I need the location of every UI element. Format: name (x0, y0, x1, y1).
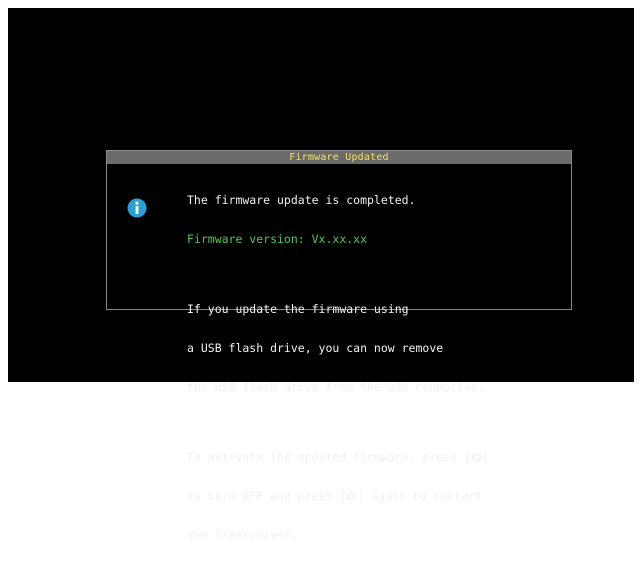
status-line: The firmware update is completed. (187, 193, 416, 207)
dialog-body: The firmware update is completed. Firmwa… (107, 164, 571, 542)
activate-line-3: the transceiver. (187, 528, 298, 542)
dialog-message: The firmware update is completed. Firmwa… (187, 168, 565, 568)
info-icon (127, 198, 147, 218)
usb-line-3: the USB flash drive from the USB connect… (187, 380, 485, 394)
firmware-updated-dialog: Firmware Updated The firmware update is … (106, 150, 572, 542)
dialog-title: Firmware Updated (107, 151, 571, 164)
activate-line-2: to turn OFF and press [] again to restar… (187, 489, 482, 503)
usb-line-1: If you update the firmware using (187, 302, 409, 316)
power-icon (471, 451, 481, 462)
activate-line-1: To activate the updated firmware, press … (187, 450, 489, 464)
power-icon (347, 490, 357, 501)
screen: Firmware Updated The firmware update is … (8, 8, 634, 542)
firmware-version-line: Firmware version: Vx.xx.xx (187, 232, 368, 246)
usb-line-2: a USB flash drive, you can now remove (187, 341, 444, 355)
